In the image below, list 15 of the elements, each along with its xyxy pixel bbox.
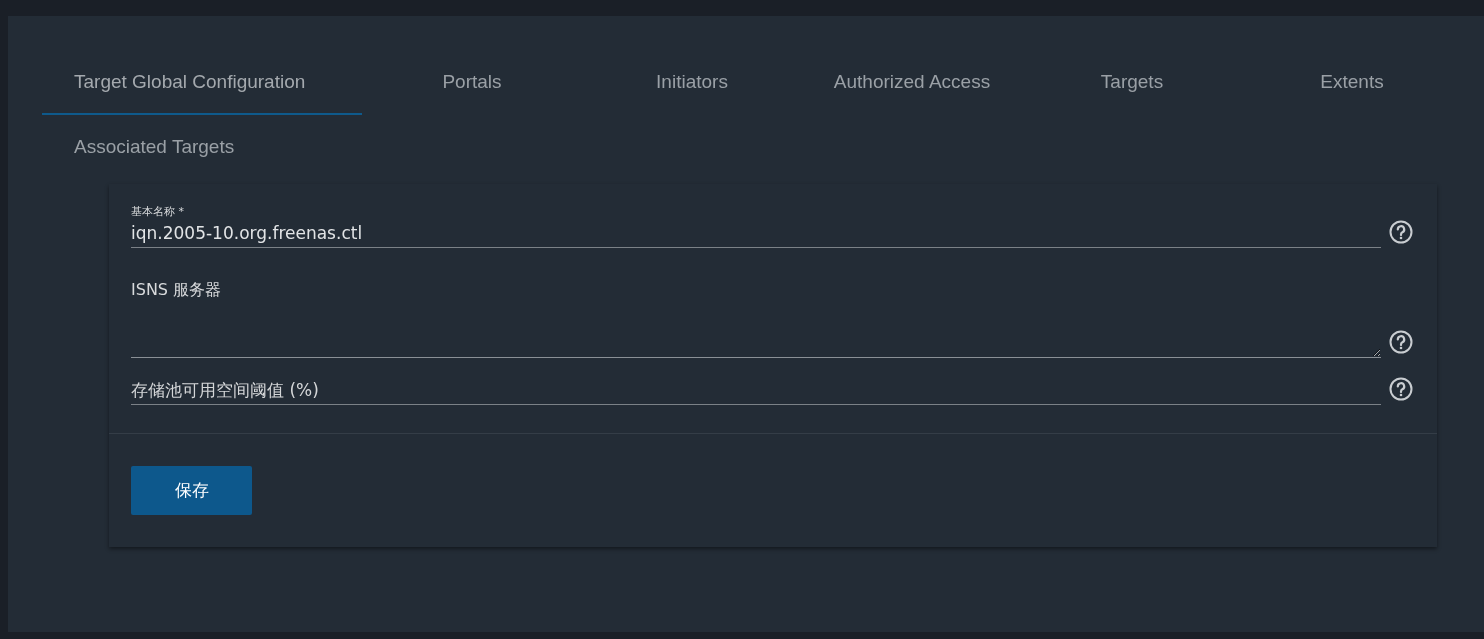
- help-icon[interactable]: [1389, 220, 1413, 244]
- tab[interactable]: Associated Targets: [42, 115, 362, 180]
- tab[interactable]: Portals: [362, 50, 582, 115]
- tab[interactable]: Extents: [1242, 50, 1462, 115]
- field-label: 基本名称 *: [131, 204, 185, 219]
- help-icon[interactable]: [1389, 330, 1413, 354]
- input-field[interactable]: iqn.2005-10.org.freenas.ctl: [131, 219, 1381, 248]
- tab[interactable]: Authorized Access: [802, 50, 1022, 115]
- tab[interactable]: Targets: [1022, 50, 1242, 115]
- tab[interactable]: Target Global Configuration: [42, 50, 362, 115]
- input-field[interactable]: 存储池可用空间阈值 (%): [131, 376, 1381, 405]
- field-label: ISNS 服务器: [131, 280, 223, 301]
- help-icon[interactable]: [1389, 377, 1413, 401]
- tab[interactable]: Initiators: [582, 50, 802, 115]
- save-button[interactable]: 保存: [131, 466, 252, 515]
